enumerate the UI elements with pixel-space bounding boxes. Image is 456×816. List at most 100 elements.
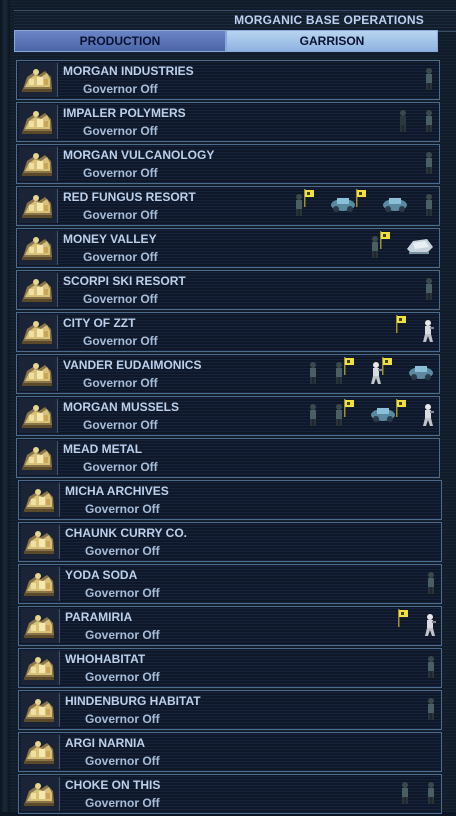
base-icon[interactable] [21, 651, 60, 685]
soldier-unit-icon[interactable] [333, 403, 345, 432]
base-name: MORGAN MUSSELS [63, 400, 180, 414]
tab-bar: PRODUCTION GARRISON [14, 30, 438, 52]
tab-production[interactable]: PRODUCTION [14, 30, 226, 52]
base-row[interactable]: MORGAN MUSSELS Governor Off [16, 396, 440, 436]
base-icon[interactable] [19, 399, 58, 433]
base-icon[interactable] [19, 105, 58, 139]
governor-status: Governor Off [83, 460, 158, 474]
base-row[interactable]: HINDENBURG HABITAT Governor Off [18, 690, 442, 730]
base-name: CHAUNK CURRY CO. [65, 526, 188, 540]
governor-status: Governor Off [83, 124, 158, 138]
base-icon[interactable] [19, 189, 58, 223]
soldier-unit-icon[interactable] [399, 781, 411, 810]
soldier-unit-icon[interactable] [423, 193, 435, 222]
soldier-dark-unit-icon[interactable] [397, 109, 409, 138]
base-icon[interactable] [19, 147, 58, 181]
soldier-unit-icon[interactable] [333, 361, 345, 390]
base-icon[interactable] [19, 441, 58, 475]
governor-status: Governor Off [83, 82, 158, 96]
base-row[interactable]: MICHA ARCHIVES Governor Off [18, 480, 442, 520]
governor-status: Governor Off [83, 292, 158, 306]
base-icon[interactable] [19, 63, 58, 97]
left-rail [0, 0, 10, 812]
base-name: SCORPI SKI RESORT [63, 274, 186, 288]
base-row[interactable]: YODA SODA Governor Off [18, 564, 442, 604]
base-row[interactable]: CHOKE ON THIS Governor Off [18, 774, 442, 814]
trooper-unit-icon[interactable] [369, 361, 383, 390]
base-icon[interactable] [19, 315, 58, 349]
base-name: MICHA ARCHIVES [65, 484, 169, 498]
base-name: CITY OF ZZT [63, 316, 136, 330]
base-row[interactable]: MEAD METAL Governor Off [16, 438, 440, 478]
base-name: IMPALER POLYMERS [63, 106, 186, 120]
governor-status: Governor Off [83, 208, 158, 222]
base-icon[interactable] [21, 525, 60, 559]
base-row[interactable]: ARGI NARNIA Governor Off [18, 732, 442, 772]
base-icon[interactable] [19, 231, 58, 265]
base-name: HINDENBURG HABITAT [65, 694, 201, 708]
base-name: MORGAN INDUSTRIES [63, 64, 194, 78]
rover-unit-icon[interactable] [369, 403, 397, 428]
soldier-unit-icon[interactable] [293, 193, 305, 222]
soldier-unit-icon[interactable] [423, 151, 435, 180]
trooper-unit-icon[interactable] [423, 613, 437, 642]
base-name: MEAD METAL [63, 442, 143, 456]
rover-unit-icon[interactable] [329, 193, 357, 218]
governor-status: Governor Off [85, 754, 160, 768]
governor-status: Governor Off [85, 502, 160, 516]
base-row[interactable]: RED FUNGUS RESORT Governor Off [16, 186, 440, 226]
page-title: MORGANIC BASE OPERATIONS [234, 13, 424, 27]
base-row[interactable]: VANDER EUDAIMONICS Governor Off [16, 354, 440, 394]
soldier-unit-icon[interactable] [425, 781, 437, 810]
base-row[interactable]: IMPALER POLYMERS Governor Off [16, 102, 440, 142]
soldier-unit-icon[interactable] [425, 697, 437, 726]
governor-status: Governor Off [83, 166, 158, 180]
base-row[interactable]: MORGAN INDUSTRIES Governor Off [16, 60, 440, 100]
base-name: VANDER EUDAIMONICS [63, 358, 202, 372]
hovertank-unit-icon[interactable] [405, 235, 435, 262]
governor-status: Governor Off [83, 418, 158, 432]
soldier-unit-icon[interactable] [423, 277, 435, 306]
base-row[interactable]: MONEY VALLEY Governor Off [16, 228, 440, 268]
base-name: PARAMIRIA [65, 610, 133, 624]
governor-status: Governor Off [85, 796, 160, 810]
flag-icon [397, 609, 409, 632]
base-icon[interactable] [21, 693, 60, 727]
governor-status: Governor Off [85, 628, 160, 642]
soldier-unit-icon[interactable] [307, 403, 319, 432]
base-icon[interactable] [19, 357, 58, 391]
rover-unit-icon[interactable] [407, 361, 435, 386]
base-icon[interactable] [21, 567, 60, 601]
base-row[interactable]: WHOHABITAT Governor Off [18, 648, 442, 688]
title-bar: MORGANIC BASE OPERATIONS [14, 10, 456, 32]
base-name: MORGAN VULCANOLOGY [63, 148, 215, 162]
soldier-unit-icon[interactable] [369, 235, 381, 264]
base-name: CHOKE ON THIS [65, 778, 161, 792]
governor-status: Governor Off [83, 376, 158, 390]
soldier-unit-icon[interactable] [307, 361, 319, 390]
soldier-unit-icon[interactable] [423, 109, 435, 138]
base-name: YODA SODA [65, 568, 138, 582]
governor-status: Governor Off [83, 250, 158, 264]
base-name: ARGI NARNIA [65, 736, 145, 750]
governor-status: Governor Off [85, 544, 160, 558]
soldier-unit-icon[interactable] [425, 655, 437, 684]
trooper-unit-icon[interactable] [421, 319, 435, 348]
soldier-unit-icon[interactable] [423, 67, 435, 96]
base-name: RED FUNGUS RESORT [63, 190, 196, 204]
tab-garrison[interactable]: GARRISON [226, 30, 438, 52]
base-icon[interactable] [21, 609, 60, 643]
base-icon[interactable] [21, 735, 60, 769]
soldier-unit-icon[interactable] [425, 571, 437, 600]
base-row[interactable]: SCORPI SKI RESORT Governor Off [16, 270, 440, 310]
base-icon[interactable] [19, 273, 58, 307]
base-row[interactable]: MORGAN VULCANOLOGY Governor Off [16, 144, 440, 184]
trooper-unit-icon[interactable] [421, 403, 435, 432]
base-icon[interactable] [21, 777, 60, 811]
base-icon[interactable] [21, 483, 60, 517]
base-row[interactable]: CITY OF ZZT Governor Off [16, 312, 440, 352]
governor-status: Governor Off [85, 670, 160, 684]
base-row[interactable]: CHAUNK CURRY CO. Governor Off [18, 522, 442, 562]
rover-unit-icon[interactable] [381, 193, 409, 218]
base-row[interactable]: PARAMIRIA Governor Off [18, 606, 442, 646]
